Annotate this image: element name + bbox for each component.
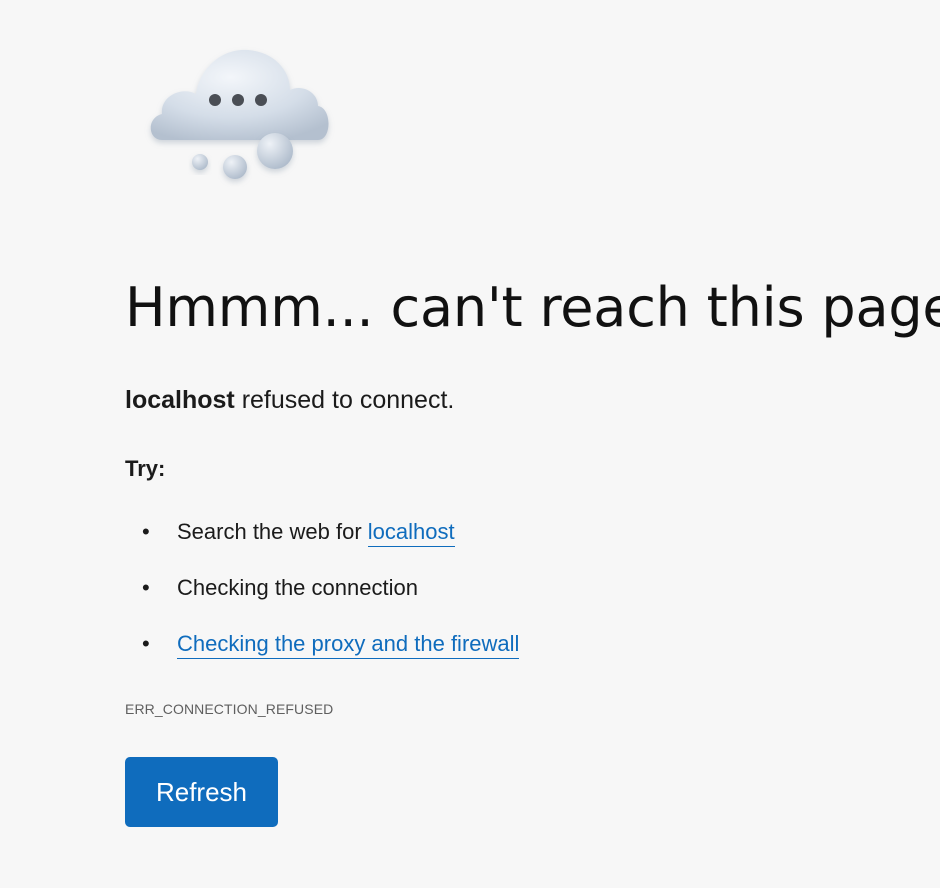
error-code: ERR_CONNECTION_REFUSED [125,701,334,717]
suggestion-check-proxy: • Checking the proxy and the firewall [125,624,520,680]
suggestion-text: Search the web for [177,519,368,544]
bullet-icon: • [142,519,150,544]
suggestion-list: • Search the web for localhost • Checkin… [125,512,520,680]
proxy-firewall-link[interactable]: Checking the proxy and the firewall [177,631,520,659]
bullet-icon: • [142,575,150,600]
bullet-icon: • [142,631,150,656]
error-host: localhost [125,386,235,414]
search-localhost-link[interactable]: localhost [367,519,455,547]
suggestion-text: Checking the connection [177,575,418,600]
cloud-thinking-icon [140,38,340,188]
page-title: Hmmm... can't reach this page [125,276,940,339]
refresh-button[interactable]: Refresh [125,757,278,827]
suggestion-check-connection: • Checking the connection [125,568,519,624]
error-message-text: refused to connect. [234,386,455,414]
error-message: localhost refused to connect. [125,386,454,415]
suggestion-search-web: • Search the web for localhost [125,512,519,568]
try-heading: Try: [125,456,166,481]
